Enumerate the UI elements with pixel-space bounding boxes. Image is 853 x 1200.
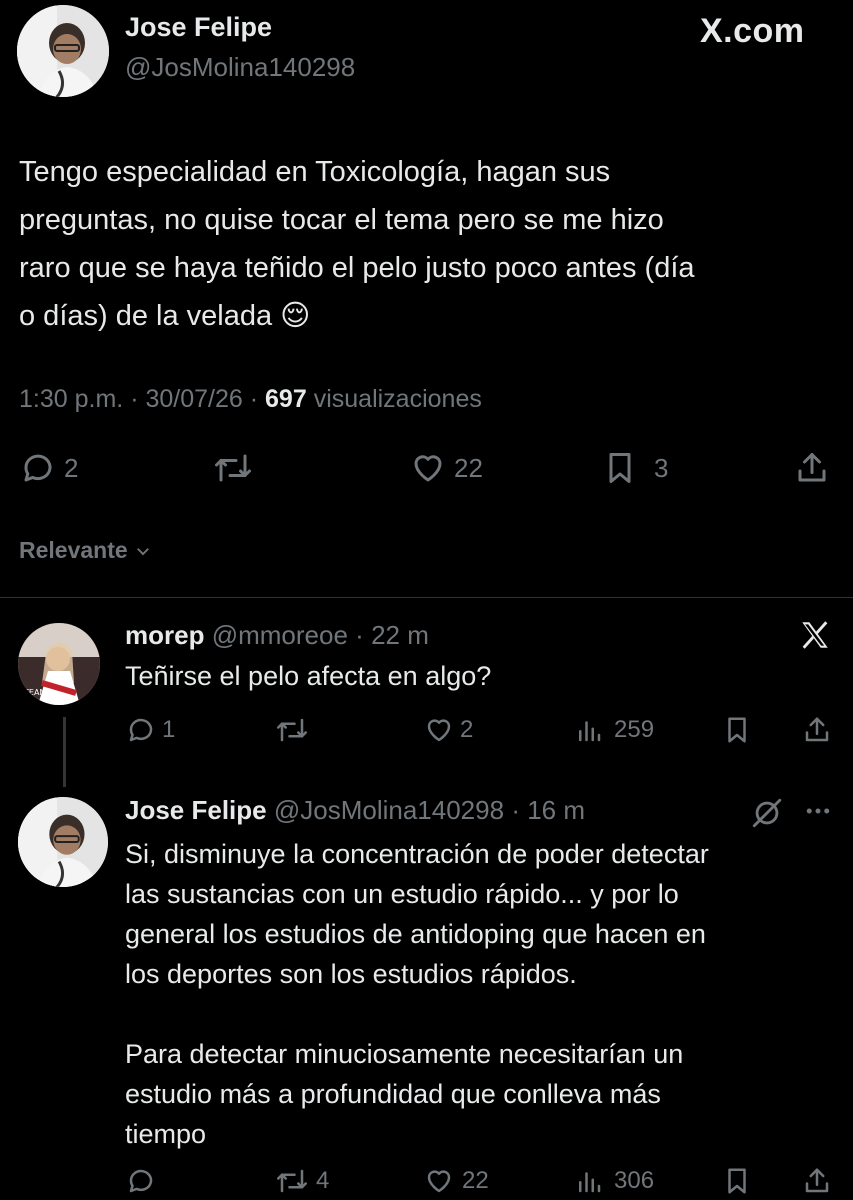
reply1-share-button[interactable] (802, 715, 832, 745)
reply2-line: tiempo (125, 1119, 207, 1149)
separator: · (130, 385, 139, 413)
reply2-display-name[interactable]: Jose Felipe (125, 795, 267, 825)
reply1-display-name[interactable]: morep (125, 620, 204, 650)
reply2-handle[interactable]: @JosMolina140298 (274, 795, 504, 825)
tweet-line: preguntas, no quise tocar el tema pero s… (19, 204, 664, 236)
reply2-retweet-button[interactable]: 4 (274, 1166, 329, 1196)
section-divider (0, 597, 853, 598)
reply1-time[interactable]: 22 m (371, 620, 429, 650)
author-display-name[interactable]: Jose Felipe (125, 12, 272, 43)
like-button[interactable]: 22 (410, 450, 483, 486)
views-count: 259 (614, 716, 655, 743)
sort-label: Relevante (19, 537, 128, 563)
chevron-down-icon (134, 542, 152, 560)
reply2-bookmark-button[interactable] (722, 1166, 752, 1196)
views-icon (574, 1166, 604, 1196)
thread-connector (63, 717, 66, 787)
tweet-date[interactable]: 30/07/26 (145, 385, 242, 413)
reply2-line: estudio más a profundidad que conlleva m… (125, 1079, 661, 1109)
reply1-retweet-button[interactable] (274, 715, 310, 745)
reply2-like-button[interactable]: 22 (424, 1166, 489, 1196)
heart-icon (424, 715, 454, 745)
reply2-avatar[interactable] (18, 797, 108, 887)
reply-avatar[interactable]: TEAM (18, 623, 100, 705)
reply1-bookmark-button[interactable] (722, 715, 752, 745)
views-icon (574, 715, 604, 745)
bookmark-count: 3 (654, 452, 669, 483)
reply-count: 1 (162, 716, 176, 743)
grok-icon[interactable] (750, 796, 784, 830)
tweet-line: raro que se haya teñido el pelo justo po… (19, 252, 695, 284)
like-count: 22 (454, 452, 483, 483)
reply2-share-button[interactable] (802, 1166, 832, 1196)
retweet-icon (274, 1166, 310, 1196)
brand-label: X.com (700, 12, 805, 50)
reply2-views-button[interactable]: 306 (574, 1166, 654, 1196)
avatar-image: TEAM (18, 623, 100, 705)
separator: · (249, 385, 259, 413)
sort-dropdown[interactable]: Relevante (19, 537, 152, 564)
reply2-line: los deportes son los estudios rápidos. (125, 959, 577, 989)
avatar-image (18, 797, 108, 887)
separator: · (511, 795, 520, 825)
more-icon[interactable] (803, 796, 833, 826)
reply2-time[interactable]: 16 m (527, 795, 585, 825)
heart-icon (410, 450, 446, 486)
reply1-handle[interactable]: @mmoreoe (212, 620, 348, 650)
share-button[interactable] (794, 450, 830, 486)
bookmark-icon (722, 1166, 752, 1196)
x-com-watermark: X.com (700, 12, 805, 51)
like-count: 22 (462, 1167, 489, 1194)
reply2-header: Jose Felipe @JosMolina140298 · 16 m (125, 795, 585, 826)
reply2-line: Para detectar minuciosamente necesitaría… (125, 1039, 684, 1069)
like-count: 2 (460, 716, 474, 743)
svg-text:TEAM: TEAM (23, 688, 46, 697)
reply-count: 2 (64, 452, 79, 483)
reply2-reply-button[interactable] (126, 1166, 156, 1196)
reply-icon (126, 715, 156, 745)
retweet-icon (274, 715, 310, 745)
reply1-reply-button[interactable]: 1 (126, 715, 175, 745)
reply1-like-button[interactable]: 2 (424, 715, 473, 745)
separator: · (355, 620, 364, 650)
reply2-line: las sustancias con un estudio rápido... … (125, 879, 679, 909)
x-logo-icon (798, 618, 832, 652)
views-count: 306 (614, 1167, 655, 1194)
tweet-line: o días) de la velada 😌 (19, 300, 311, 332)
reply1-views-button[interactable]: 259 (574, 715, 654, 745)
bookmark-button[interactable]: 3 (602, 450, 668, 486)
reply-icon (20, 450, 56, 486)
retweet-count: 4 (316, 1167, 330, 1194)
share-icon (802, 715, 832, 745)
reply2-line: general los estudios de antidoping que h… (125, 919, 706, 949)
reply2-text: Si, disminuye la concentración de poder … (125, 834, 835, 1154)
heart-icon (424, 1166, 454, 1196)
tweet-text: Tengo especialidad en Toxicología, hagan… (19, 148, 839, 340)
reply1-header: morep @mmoreoe · 22 m (125, 620, 429, 651)
reply-icon (126, 1166, 156, 1196)
share-icon (794, 450, 830, 486)
reply2-line: Si, disminuye la concentración de poder … (125, 839, 709, 869)
retweet-icon (212, 450, 254, 486)
bookmark-icon (602, 450, 638, 486)
author-handle[interactable]: @JosMolina140298 (125, 52, 355, 83)
reply1-text: Teñirse el pelo afecta en algo? (125, 661, 492, 691)
retweet-button[interactable] (212, 450, 254, 486)
avatar-image (17, 5, 109, 97)
author-avatar[interactable] (17, 5, 109, 97)
reply-button[interactable]: 2 (20, 450, 78, 486)
tweet-time[interactable]: 1:30 p.m. (19, 385, 123, 413)
bookmark-icon (722, 715, 752, 745)
tweet-metadata: 1:30 p.m. · 30/07/26 · 697 visualizacion… (19, 385, 482, 414)
views-count: 697 (265, 385, 307, 413)
tweet-line: Tengo especialidad en Toxicología, hagan… (19, 156, 611, 188)
share-icon (802, 1166, 832, 1196)
views-label: visualizaciones (313, 385, 482, 413)
